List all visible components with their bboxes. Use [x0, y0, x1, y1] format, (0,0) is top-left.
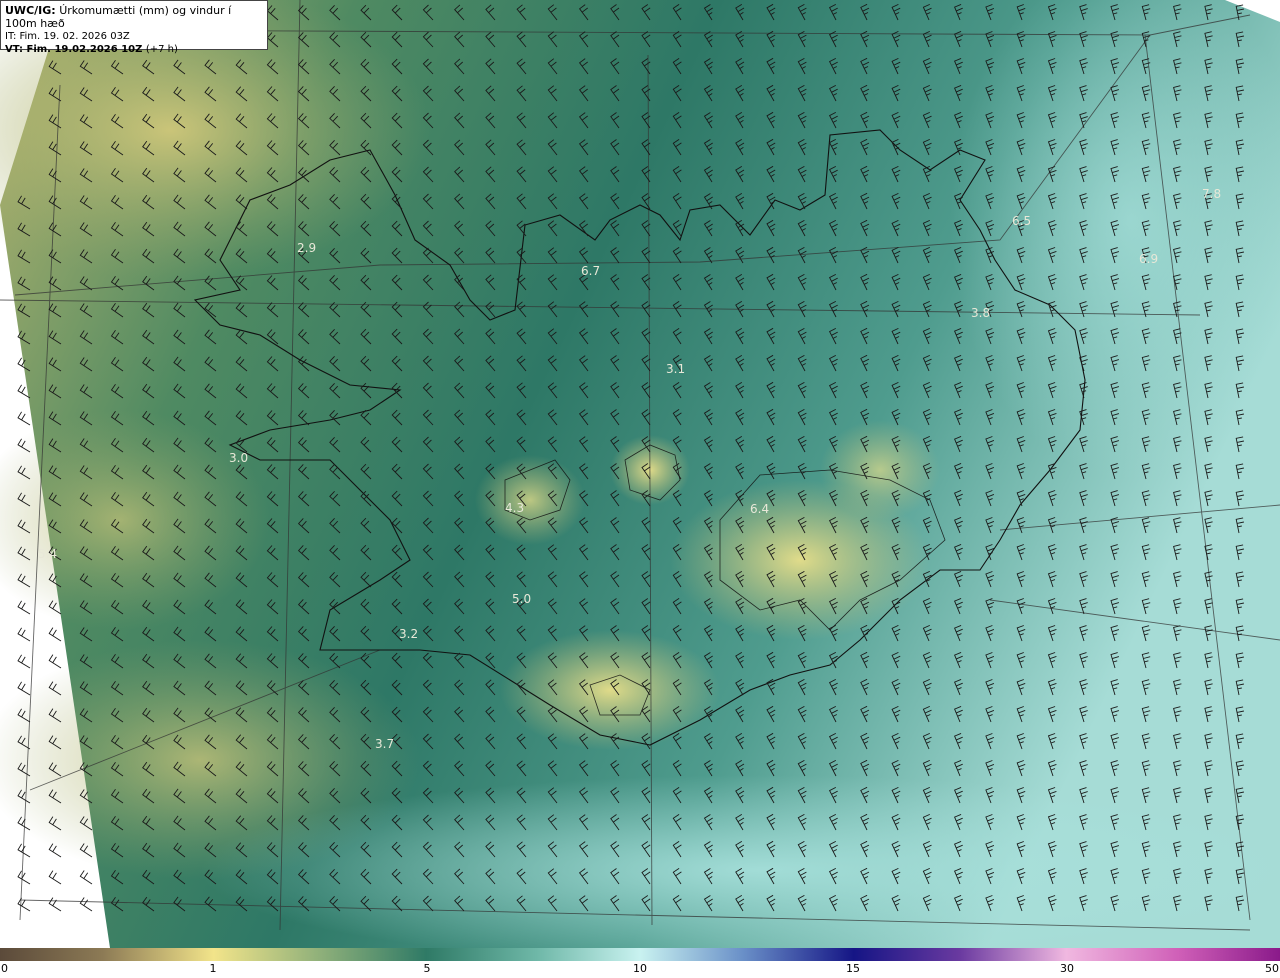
- map-title-box: UWC/IG: Úrkomumætti (mm) og vindur í 100…: [0, 0, 268, 55]
- colorbar-tick: 15: [846, 962, 860, 975]
- value-label: 3.1: [666, 362, 685, 376]
- value-label: 3.0: [229, 451, 248, 465]
- value-label: 7.8: [1202, 187, 1221, 201]
- precipitation-map: 2.9 6.7 3.1 3.8 3.0 5.4 4.3 5.0 3.2 3.7 …: [0, 0, 1280, 948]
- valid-label: VT:: [5, 44, 24, 55]
- value-label: 5.0: [512, 592, 531, 606]
- value-label: 3.8: [971, 306, 990, 320]
- initial-time: IT: Fim. 19. 02. 2026 03Z: [5, 31, 130, 42]
- value-label: 5.4: [38, 547, 57, 561]
- value-label: 6.5: [1012, 214, 1031, 228]
- value-label: 2.9: [297, 241, 316, 255]
- title-line-product: UWC/IG: Úrkomumætti (mm) og vindur í 100…: [5, 4, 263, 30]
- valid-time-line: VT: Fim. 19.02.2026 10Z (+7 h): [5, 43, 263, 56]
- lead-time: (+7 h): [145, 44, 178, 55]
- colorbar-tick: 0: [1, 962, 8, 975]
- value-label: 3.7: [375, 737, 394, 751]
- valid-time: Fim. 19.02.2026 10Z: [26, 44, 143, 55]
- colorbar-strip: [0, 948, 1280, 961]
- value-label: 6.4: [750, 502, 769, 516]
- value-label: 6.9: [1139, 252, 1158, 266]
- value-label: 6.7: [581, 264, 600, 278]
- colorbar-tick: 1: [209, 962, 217, 975]
- product-code: UWC/IG:: [5, 4, 56, 17]
- colorbar-tick: 5: [423, 962, 431, 975]
- colorbar-tick: 10: [633, 962, 647, 975]
- value-label: 3.2: [399, 627, 418, 641]
- colorbar: 0 1 5 10 15 30 50: [0, 948, 1280, 978]
- value-label: 4.3: [505, 501, 524, 515]
- colorbar-tick: 50: [1265, 962, 1279, 975]
- colorbar-tick: 30: [1060, 962, 1074, 975]
